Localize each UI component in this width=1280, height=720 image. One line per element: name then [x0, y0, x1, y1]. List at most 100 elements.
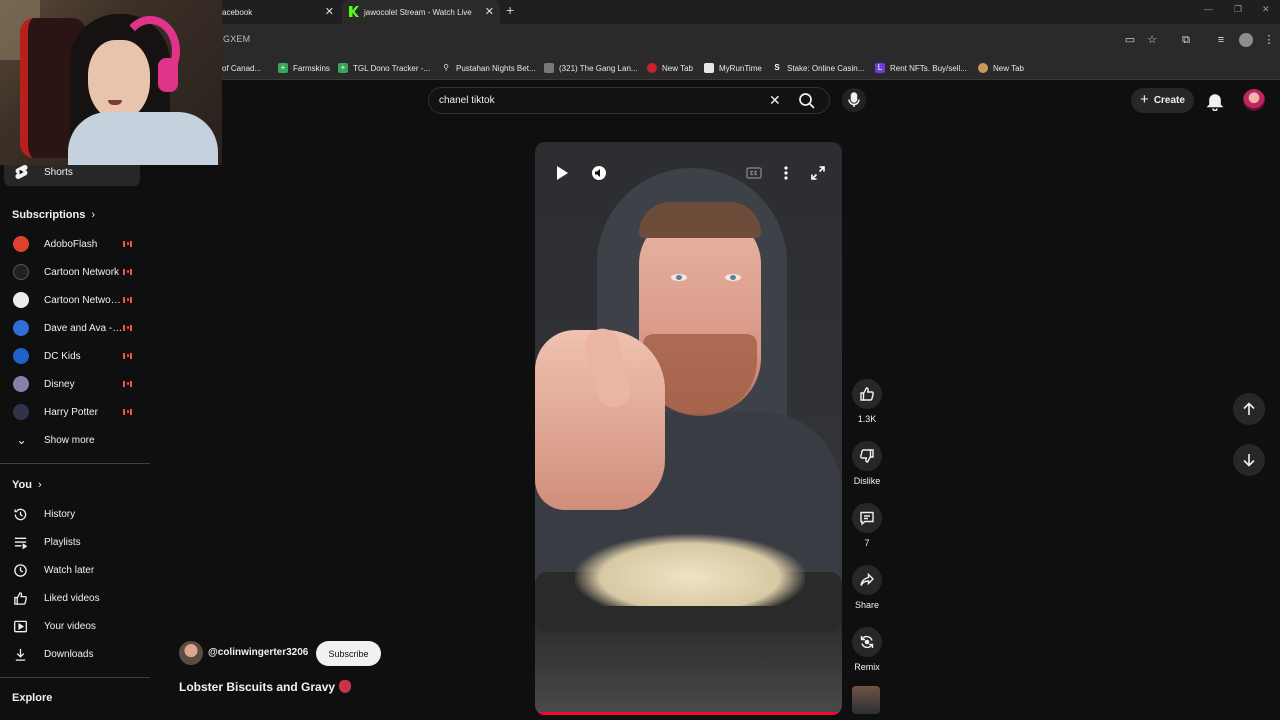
thumbs-up-icon [860, 387, 874, 401]
remix-button[interactable]: Remix [849, 627, 885, 672]
sidebar-item-subscription[interactable]: DC Kids [0, 342, 150, 370]
share-button[interactable]: Share [849, 565, 885, 610]
channel-avatar [12, 320, 29, 336]
stake-icon: S [774, 63, 780, 72]
address-text[interactable]: GXEM [223, 34, 250, 44]
sidebar-item-downloads[interactable]: Downloads [0, 640, 150, 668]
search-input[interactable]: chanel tiktok [439, 95, 495, 106]
sidebar-item-playlists[interactable]: Playlists [0, 528, 150, 556]
bookmark-item[interactable]: New Tab [978, 61, 1024, 75]
sidebar-item-subscription[interactable]: Disney [0, 370, 150, 398]
tab-label: jawocolet Stream - Watch Live [364, 7, 472, 17]
arrow-up-icon [1243, 402, 1255, 415]
sidebar-show-more[interactable]: ⌄ Show more [0, 426, 150, 454]
close-tab-icon[interactable]: ✕ [485, 5, 494, 18]
remix-icon [860, 635, 874, 649]
create-button[interactable]: + Create [1131, 88, 1194, 113]
next-short-button[interactable] [1233, 444, 1265, 476]
previous-short-button[interactable] [1233, 393, 1265, 425]
sidebar-item-subscription[interactable]: Cartoon Network [0, 258, 150, 286]
tab-kick-stream[interactable]: jawocolet Stream - Watch Live ✕ [342, 0, 500, 24]
media-controls-icon[interactable]: ≡ [1214, 33, 1228, 47]
shorts-icon [12, 164, 29, 181]
more-options-icon[interactable] [775, 162, 797, 184]
live-icon [123, 241, 132, 247]
chevron-right-icon: › [91, 209, 96, 221]
close-tab-icon[interactable]: ✕ [325, 5, 334, 18]
voice-search-mic-icon[interactable] [842, 88, 866, 112]
subscriptions-heading[interactable]: Subscriptions › [12, 209, 95, 221]
history-icon [12, 506, 29, 523]
close-window-icon[interactable]: ✕ [1262, 4, 1270, 15]
share-icon [860, 572, 874, 586]
sidebar-item-your-videos[interactable]: Your videos [0, 612, 150, 640]
arrow-down-icon [1243, 454, 1255, 467]
live-icon [123, 297, 132, 303]
search-icon[interactable] [797, 91, 817, 111]
search-box[interactable]: chanel tiktok ✕ [428, 87, 830, 114]
bookmark-item[interactable]: ⚲ Pustahan Nights Bet... [441, 61, 536, 75]
bookmark-item[interactable]: L Rent NFTs. Buy/sell... [875, 61, 967, 75]
bookmark-item[interactable]: MyRunTime [704, 61, 762, 75]
tab-label: acebook [222, 7, 253, 17]
nft-icon: L [875, 63, 885, 73]
volume-icon[interactable] [588, 162, 610, 184]
sidebar-item-subscription[interactable]: Harry Potter [0, 398, 150, 426]
cast-icon[interactable]: ▭ [1123, 33, 1137, 47]
myruntime-icon [704, 63, 714, 73]
sidebar-item-subscription[interactable]: Cartoon Network... [0, 286, 150, 314]
channel-avatar[interactable] [179, 641, 203, 665]
dislike-label: Dislike [853, 476, 881, 486]
browser-menu-icon[interactable]: ⋮ [1262, 33, 1276, 47]
captions-icon[interactable] [743, 162, 765, 184]
downloads-icon [12, 646, 29, 663]
minimize-icon[interactable]: — [1204, 4, 1213, 14]
subscribe-button[interactable]: Subscribe [316, 641, 381, 666]
live-icon [123, 269, 132, 275]
bookmark-item[interactable]: of Canad... [222, 61, 261, 75]
progress-bar[interactable] [535, 712, 842, 715]
profile-avatar[interactable] [1239, 33, 1253, 47]
live-icon [123, 353, 132, 359]
sound-thumbnail[interactable] [852, 686, 880, 714]
comments-button[interactable]: 7 [849, 503, 885, 548]
play-icon[interactable] [551, 162, 573, 184]
sidebar-item-history[interactable]: History [0, 500, 150, 528]
shorts-player[interactable] [535, 142, 842, 715]
bookmark-item[interactable]: + Farmskins [278, 61, 330, 75]
restore-icon[interactable]: ❐ [1234, 4, 1242, 15]
fullscreen-icon[interactable] [807, 162, 829, 184]
bookmark-star-icon[interactable]: ☆ [1145, 33, 1159, 47]
kick-logo-icon [349, 6, 359, 17]
bookmark-item[interactable]: S Stake: Online Casin... [772, 61, 864, 75]
liked-videos-icon [12, 590, 29, 607]
clear-search-icon[interactable]: ✕ [769, 92, 781, 109]
bookmark-item[interactable]: + TGL Dono Tracker -... [338, 61, 430, 75]
plus-icon: + [1140, 91, 1149, 108]
channel-avatar [12, 376, 29, 392]
account-avatar[interactable] [1243, 89, 1265, 111]
watch-later-icon [12, 562, 29, 579]
sidebar-item-subscription[interactable]: Dave and Ava - N... [0, 314, 150, 342]
like-button[interactable]: 1.3K [849, 379, 885, 424]
new-tab-button[interactable]: + [506, 2, 514, 18]
comment-icon [860, 511, 874, 526]
divider [0, 463, 150, 464]
notifications-bell-icon[interactable] [1205, 91, 1225, 112]
sidebar-item-watch-later[interactable]: Watch later [0, 556, 150, 584]
explore-heading: Explore [12, 692, 53, 704]
chevron-right-icon: › [37, 479, 42, 491]
sidebar-item-liked-videos[interactable]: Liked videos [0, 584, 150, 612]
bookmark-item[interactable]: New Tab [647, 61, 693, 75]
channel-avatar [12, 404, 29, 420]
extensions-icon[interactable]: ⧉ [1179, 33, 1193, 47]
you-heading[interactable]: You › [12, 479, 42, 491]
bookmark-item[interactable]: (321) The Gang Lan... [544, 61, 638, 75]
new-tab-icon [978, 63, 988, 73]
dislike-button[interactable]: Dislike [849, 441, 885, 486]
tab-facebook[interactable]: acebook ✕ [222, 0, 340, 24]
sidebar-item-subscription[interactable]: AdoboFlash [0, 230, 150, 258]
lobster-emoji-icon [339, 680, 352, 693]
channel-handle[interactable]: @colinwingerter3206 [208, 647, 308, 658]
channel-avatar [12, 264, 29, 280]
